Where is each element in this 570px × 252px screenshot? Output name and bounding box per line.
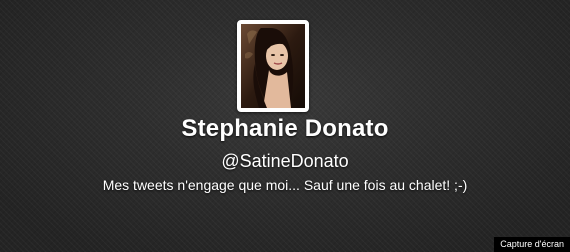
profile-screen-name[interactable]: @SatineDonato: [0, 150, 570, 172]
profile-bio: Mes tweets n'engage que moi... Sauf une …: [102, 177, 468, 193]
profile-full-name[interactable]: Stephanie Donato: [0, 114, 570, 144]
screenshot-credit-label: Capture d'écran: [494, 237, 570, 252]
avatar-photo: [241, 24, 305, 108]
profile-header: Stephanie Donato @SatineDonato Mes tweet…: [0, 0, 570, 252]
avatar[interactable]: [237, 20, 309, 112]
